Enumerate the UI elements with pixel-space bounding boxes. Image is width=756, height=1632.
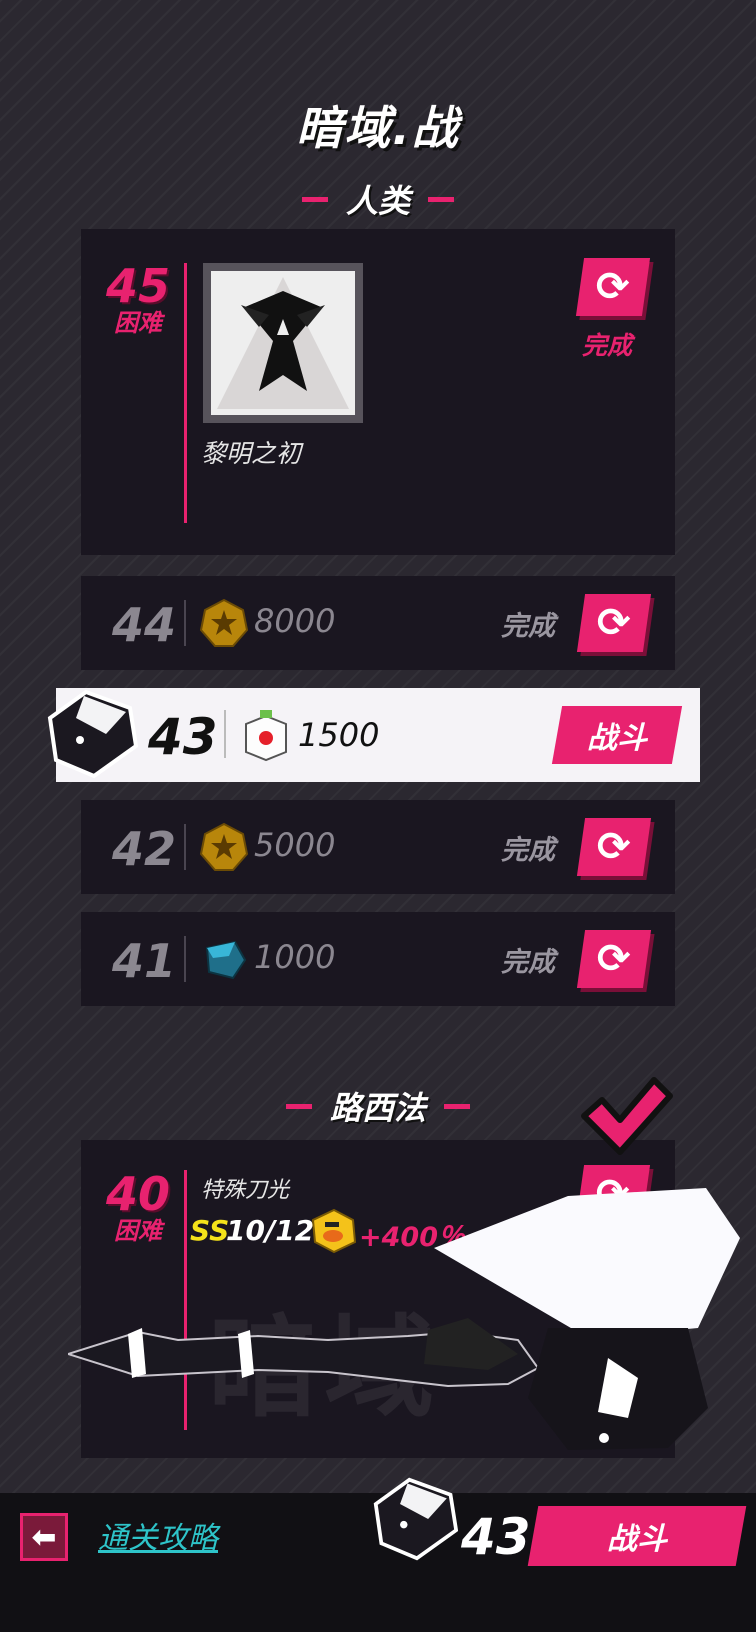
stage-row-41[interactable]: 41 1000 完成 ⟳ bbox=[81, 912, 675, 1006]
complete-label: 完成 bbox=[501, 611, 555, 642]
complete-label-45: 完成 bbox=[582, 331, 633, 360]
stage-row-43-active[interactable]: 43 1500 战斗 bbox=[56, 688, 700, 782]
fight-button-main[interactable]: 战斗 bbox=[527, 1506, 747, 1566]
reward-amount: 5000 bbox=[254, 826, 336, 864]
fight-label: 战斗 bbox=[587, 721, 647, 756]
cube-capsule-icon bbox=[245, 710, 287, 762]
header-dash-left bbox=[285, 1103, 312, 1109]
player-avatar-icon bbox=[47, 689, 138, 779]
replay-icon: ⟳ bbox=[597, 936, 631, 982]
level-number: 45 bbox=[105, 259, 170, 313]
row-divider bbox=[184, 936, 186, 982]
stage-number: 41 bbox=[111, 934, 176, 988]
complete-label: 完成 bbox=[501, 947, 555, 978]
boss-portrait bbox=[203, 263, 363, 423]
blue-gem-icon bbox=[205, 940, 247, 980]
fight-label: 战斗 bbox=[607, 1522, 667, 1557]
replay-icon: ⟳ bbox=[597, 600, 631, 646]
shadow-face-icon bbox=[217, 277, 349, 409]
stage-number: 44 bbox=[111, 598, 176, 652]
replay-button-44[interactable]: ⟳ bbox=[576, 594, 652, 652]
row-divider bbox=[224, 710, 226, 758]
current-level-number: 43 bbox=[461, 1508, 531, 1566]
section-label: 人类 bbox=[345, 182, 410, 220]
player-avatar-icon bbox=[373, 1477, 458, 1561]
replay-button-42[interactable]: ⟳ bbox=[576, 818, 652, 876]
stage-number: 42 bbox=[111, 822, 176, 876]
back-arrow-icon: ⬅ bbox=[31, 1519, 57, 1555]
complete-label: 完成 bbox=[501, 835, 555, 866]
stage-row-44[interactable]: 44 8000 完成 ⟳ bbox=[81, 576, 675, 670]
section-header-human: 人类 bbox=[0, 176, 756, 222]
boss-name: 黎明之初 bbox=[201, 439, 302, 468]
difficulty-label: 困难 bbox=[114, 309, 162, 337]
reward-amount: 1500 bbox=[298, 716, 380, 754]
checkmark-icon bbox=[581, 1077, 673, 1155]
row-divider bbox=[184, 600, 186, 646]
strategy-guide-link[interactable]: 通关攻略 bbox=[98, 1513, 218, 1557]
reward-amount: 8000 bbox=[254, 602, 336, 640]
stage-number: 43 bbox=[148, 708, 218, 766]
header-dash-right bbox=[444, 1103, 470, 1109]
replay-icon: ⟳ bbox=[597, 824, 631, 870]
stage-row-42[interactable]: 42 5000 完成 ⟳ bbox=[81, 800, 675, 894]
reward-amount: 1000 bbox=[254, 938, 336, 976]
header-dash-left bbox=[301, 196, 328, 202]
replay-button-41[interactable]: ⟳ bbox=[576, 930, 652, 988]
page-title: 暗域.战 bbox=[296, 101, 460, 155]
replay-icon: ⟳ bbox=[596, 264, 630, 310]
character-weapon-art bbox=[68, 1188, 740, 1450]
back-button[interactable]: ⬅ bbox=[20, 1513, 68, 1561]
card-divider bbox=[184, 263, 187, 523]
gold-star-coin-icon bbox=[199, 822, 249, 871]
section-label: 路西法 bbox=[329, 1089, 426, 1127]
fight-button-43[interactable]: 战斗 bbox=[551, 706, 683, 764]
gold-star-coin-icon bbox=[199, 598, 249, 647]
row-divider bbox=[184, 824, 186, 870]
replay-button-45[interactable]: ⟳ bbox=[575, 258, 651, 316]
header-dash-right bbox=[428, 196, 454, 202]
boss-level-45: 45 困难 bbox=[99, 262, 177, 336]
